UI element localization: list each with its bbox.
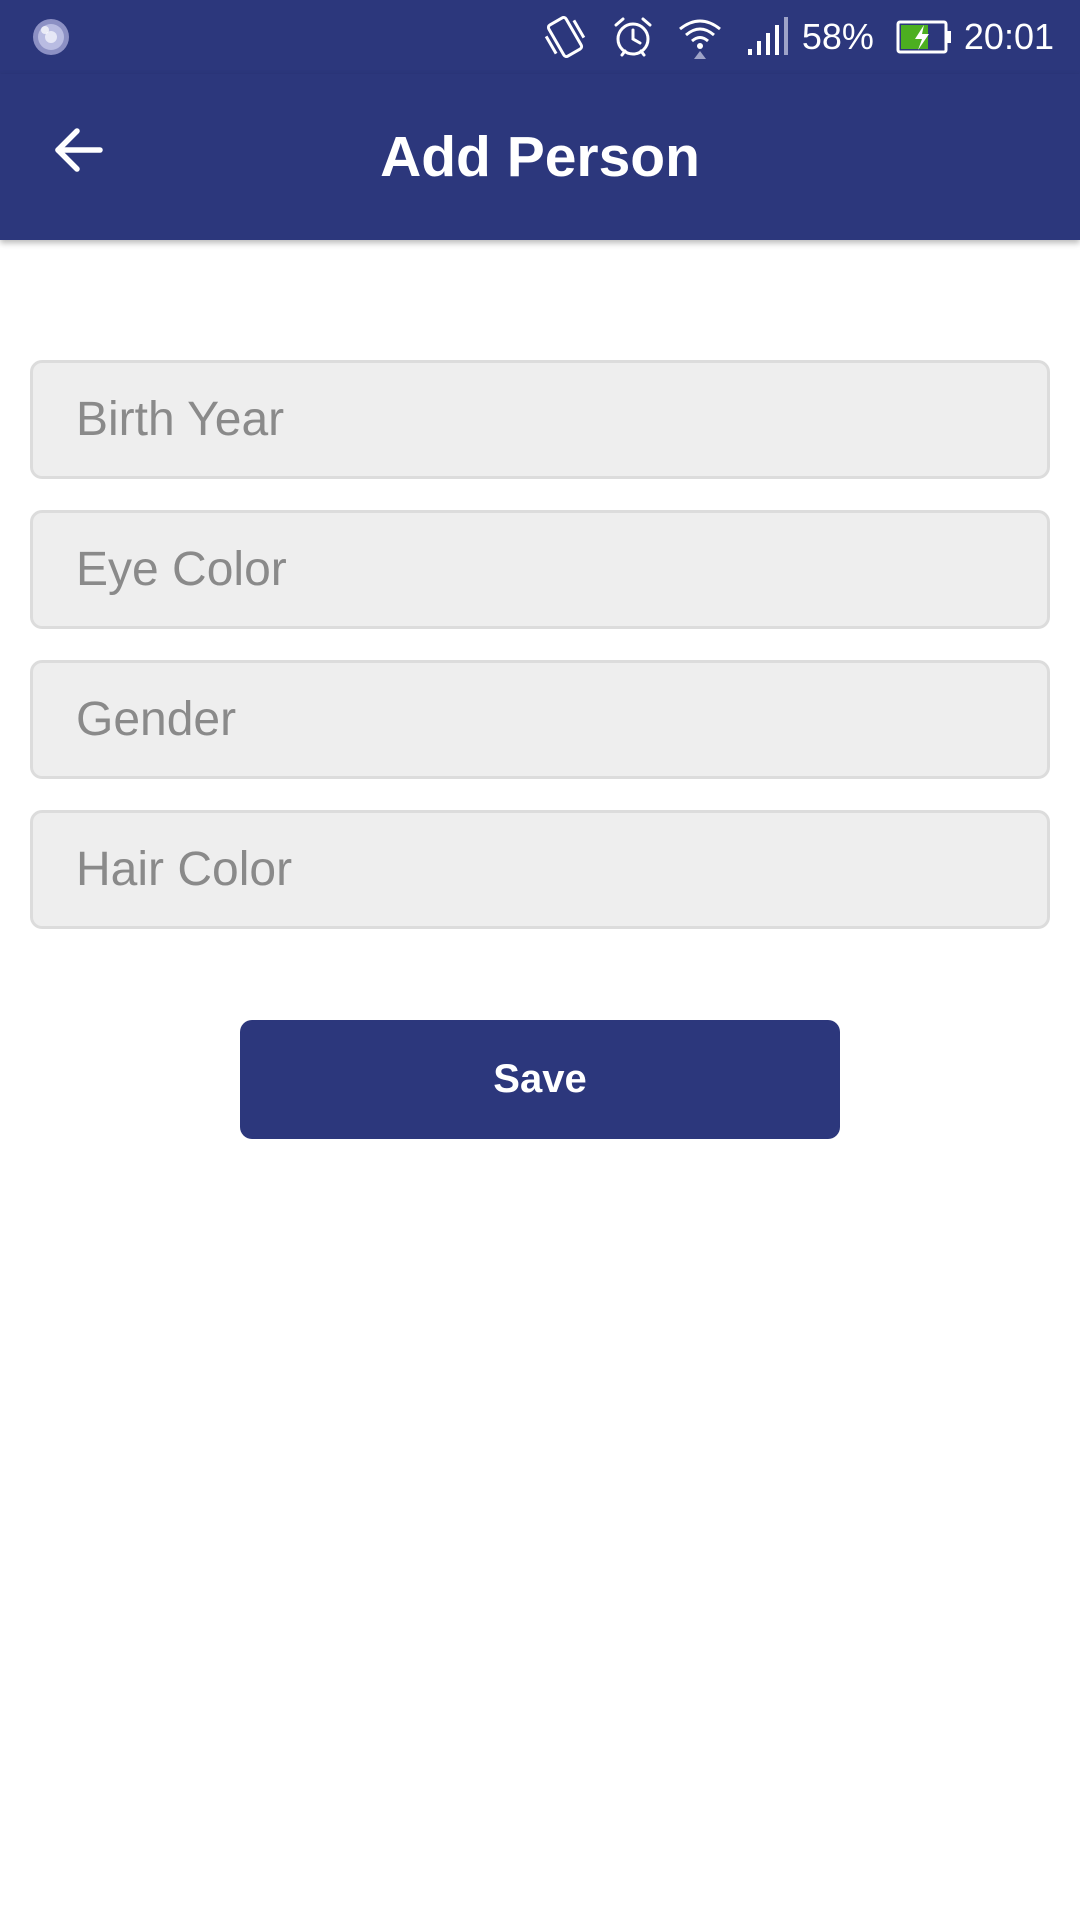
back-button[interactable]	[40, 114, 116, 190]
add-person-form	[30, 360, 1050, 960]
hair-color-input[interactable]	[30, 810, 1050, 929]
arrow-back-icon	[52, 126, 104, 179]
eye-color-input[interactable]	[30, 510, 1050, 629]
status-bar: 58% 20:01	[0, 0, 1080, 74]
save-button[interactable]: Save	[240, 1020, 840, 1139]
birth-year-input[interactable]	[30, 360, 1050, 479]
vibrate-icon	[540, 15, 590, 59]
wifi-icon	[676, 15, 724, 59]
alarm-icon	[612, 15, 654, 59]
app-notification-icon	[31, 17, 71, 57]
status-icons: 58% 20:01	[518, 0, 1054, 74]
app-bar: Add Person	[0, 74, 1080, 240]
gender-input[interactable]	[30, 660, 1050, 779]
clock: 20:01	[963, 16, 1054, 57]
page-title: Add Person	[380, 125, 700, 189]
battery-charging-icon	[896, 20, 952, 54]
cellular-signal-icon	[746, 17, 790, 57]
battery-percent: 58%	[801, 16, 874, 57]
